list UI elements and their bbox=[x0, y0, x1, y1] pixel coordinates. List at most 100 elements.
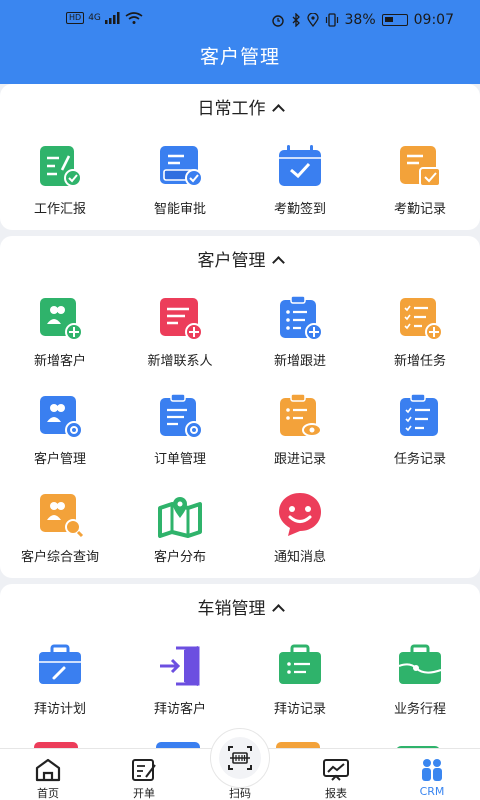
menu-work-report[interactable]: 工作汇报 bbox=[0, 142, 120, 232]
menu-notification[interactable]: 通知消息 bbox=[240, 490, 360, 580]
menu-label: 订单管理 bbox=[153, 452, 206, 467]
menu-task-record[interactable]: 任务记录 bbox=[360, 392, 480, 482]
followup-record-icon bbox=[280, 393, 322, 437]
menu-label: 工作汇报 bbox=[33, 202, 86, 217]
add-followup-icon bbox=[280, 295, 323, 341]
attendance-record-icon bbox=[400, 146, 441, 187]
battery-percent: 38% bbox=[344, 12, 376, 28]
wifi-icon bbox=[125, 12, 143, 24]
section-title: 客户管理 bbox=[197, 251, 266, 271]
menu-add-customer[interactable]: 新增客户 bbox=[0, 294, 120, 384]
visit-record-icon bbox=[279, 644, 321, 684]
battery-icon bbox=[381, 14, 408, 26]
menu-customer-map[interactable]: 客户分布 bbox=[120, 490, 240, 580]
tab-label: 开单 bbox=[133, 787, 155, 800]
menu-label: 拜访记录 bbox=[273, 702, 326, 717]
menu-label: 业务行程 bbox=[393, 702, 446, 717]
menu-label: 拜访计划 bbox=[33, 702, 86, 717]
tab-report[interactable]: 报表 bbox=[288, 749, 384, 800]
menu-visit-customer[interactable]: 拜访客户 bbox=[120, 642, 240, 732]
section-header-daily-work[interactable]: 日常工作 bbox=[0, 94, 480, 119]
add-customer-icon bbox=[40, 298, 83, 341]
section-vehicle-sales: 车销管理 拜访计划 拜访客户 拜访记录 业务行程 bbox=[0, 584, 480, 748]
chevron-up-icon bbox=[271, 104, 285, 117]
tab-order[interactable]: 开单 bbox=[96, 749, 192, 800]
tab-label: 报表 bbox=[325, 787, 347, 800]
section-title: 车销管理 bbox=[197, 599, 266, 619]
menu-label: 智能审批 bbox=[153, 202, 206, 217]
status-left: HD 4G bbox=[66, 12, 143, 24]
tab-label: CRM bbox=[419, 785, 445, 798]
menu-label: 跟进记录 bbox=[273, 452, 326, 467]
menu-label: 新增任务 bbox=[393, 354, 446, 369]
menu-add-task[interactable]: 新增任务 bbox=[360, 294, 480, 384]
menu-label: 新增客户 bbox=[33, 354, 86, 369]
menu-visit-record[interactable]: 拜访记录 bbox=[240, 642, 360, 732]
menu-label: 客户综合查询 bbox=[20, 550, 99, 565]
main-scroll[interactable]: 日常工作 工作汇报 智能审批 考勤签到 考勤记录 客户管理 新增客户 新增联系人… bbox=[0, 84, 480, 748]
menu-customer-manage[interactable]: 客户管理 bbox=[0, 392, 120, 482]
menu-customer-query[interactable]: 客户综合查询 bbox=[0, 490, 120, 580]
crm-icon bbox=[422, 759, 442, 781]
menu-label: 新增联系人 bbox=[147, 354, 213, 369]
menu-label: 通知消息 bbox=[273, 550, 326, 565]
bluetooth-icon bbox=[292, 13, 300, 27]
chevron-up-icon bbox=[271, 256, 285, 269]
page-title: 客户管理 bbox=[199, 46, 280, 68]
menu-label: 新增跟进 bbox=[273, 354, 326, 369]
section-customer-manage: 客户管理 新增客户 新增联系人 新增跟进 新增任务 客户管理 订单管理 跟进记录… bbox=[0, 236, 480, 578]
alarm-icon bbox=[271, 15, 284, 27]
attendance-checkin-icon bbox=[279, 145, 321, 186]
menu-add-followup[interactable]: 新增跟进 bbox=[240, 294, 360, 384]
order-manage-icon bbox=[160, 393, 203, 439]
menu-label: 考勤记录 bbox=[393, 202, 446, 217]
customer-manage-icon bbox=[40, 396, 83, 439]
scan-button[interactable] bbox=[210, 728, 270, 788]
menu-add-contact[interactable]: 新增联系人 bbox=[120, 294, 240, 384]
report-icon bbox=[323, 759, 349, 781]
work-report-icon bbox=[40, 146, 82, 187]
home-icon bbox=[35, 758, 61, 782]
signal-icon bbox=[104, 12, 120, 24]
add-task-icon bbox=[400, 298, 443, 341]
task-record-icon bbox=[400, 393, 438, 436]
visit-customer-icon bbox=[160, 646, 200, 686]
status-right: 38% 09:07 bbox=[271, 12, 454, 28]
customer-map-icon bbox=[158, 497, 202, 538]
menu-attendance-record[interactable]: 考勤记录 bbox=[360, 142, 480, 232]
location-icon bbox=[306, 13, 319, 27]
menu-smart-approval[interactable]: 智能审批 bbox=[120, 142, 240, 232]
menu-label: 客户管理 bbox=[33, 452, 86, 467]
network-type: 4G bbox=[88, 13, 101, 23]
menu-label: 考勤签到 bbox=[273, 202, 326, 217]
business-trip-icon bbox=[398, 644, 442, 684]
section-title: 日常工作 bbox=[197, 99, 266, 119]
smart-approval-icon bbox=[160, 146, 203, 187]
menu-label: 拜访客户 bbox=[153, 702, 206, 717]
add-contact-icon bbox=[160, 298, 203, 341]
menu-visit-plan[interactable]: 拜访计划 bbox=[0, 642, 120, 732]
vibrate-icon bbox=[325, 13, 338, 27]
section-header-customer-manage[interactable]: 客户管理 bbox=[0, 246, 480, 271]
visit-plan-icon bbox=[39, 644, 81, 684]
notification-icon bbox=[279, 493, 321, 536]
tab-home[interactable]: 首页 bbox=[0, 749, 96, 800]
tab-label: 首页 bbox=[37, 787, 59, 800]
menu-label: 任务记录 bbox=[393, 452, 446, 467]
tab-crm[interactable]: CRM bbox=[384, 749, 480, 800]
menu-attendance-checkin[interactable]: 考勤签到 bbox=[240, 142, 360, 232]
customer-query-icon bbox=[40, 494, 84, 538]
hd-badge: HD bbox=[66, 12, 85, 24]
menu-business-trip[interactable]: 业务行程 bbox=[360, 642, 480, 732]
clock: 09:07 bbox=[413, 12, 454, 28]
section-header-vehicle-sales[interactable]: 车销管理 bbox=[0, 594, 480, 619]
scan-button-inner bbox=[219, 737, 261, 779]
app-header: 客户管理 bbox=[0, 40, 480, 84]
menu-order-manage[interactable]: 订单管理 bbox=[120, 392, 240, 482]
section-daily-work: 日常工作 工作汇报 智能审批 考勤签到 考勤记录 bbox=[0, 84, 480, 230]
menu-label: 客户分布 bbox=[153, 550, 206, 565]
chevron-up-icon bbox=[271, 604, 285, 617]
menu-followup-record[interactable]: 跟进记录 bbox=[240, 392, 360, 482]
status-bar: HD 4G 38% 09:07 bbox=[0, 0, 480, 40]
scan-icon bbox=[228, 746, 252, 770]
